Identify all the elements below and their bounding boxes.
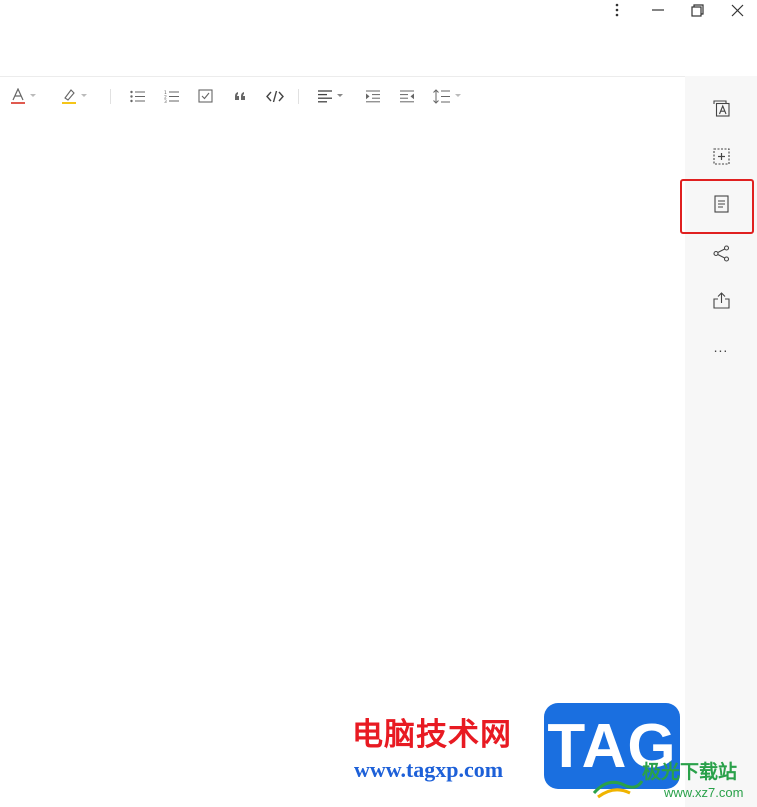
close-window-button[interactable] xyxy=(719,0,755,20)
font-color-icon xyxy=(11,88,25,104)
code-button[interactable] xyxy=(266,86,284,106)
export-icon xyxy=(712,291,730,309)
insert-block-icon xyxy=(712,147,730,165)
watermark-download-site: 极光下载站 xyxy=(642,761,738,783)
minimize-icon xyxy=(652,9,664,11)
share-icon xyxy=(712,244,729,262)
chevron-down-icon xyxy=(455,94,461,97)
more-button[interactable]: ... xyxy=(711,337,731,357)
indent-button[interactable] xyxy=(366,86,380,106)
insert-block-button[interactable] xyxy=(711,146,731,166)
title-bar xyxy=(0,0,757,76)
close-icon xyxy=(731,4,743,16)
chevron-down-icon xyxy=(337,94,343,97)
line-spacing-icon xyxy=(433,88,450,104)
indent-icon xyxy=(366,90,380,102)
watermark-title: 电脑技术网 xyxy=(352,717,512,753)
text-style-icon xyxy=(712,99,730,117)
numbered-list-button[interactable]: 123 xyxy=(164,86,179,106)
quote-icon xyxy=(235,92,245,100)
watermark-url: www.tagxp.com xyxy=(354,757,504,782)
watermark: 电脑技术网 www.tagxp.com TAG 极光下载站 www.xz7.co… xyxy=(352,703,757,807)
line-spacing-button[interactable] xyxy=(433,86,461,106)
align-left-icon xyxy=(318,89,332,102)
document-outline-button[interactable] xyxy=(711,194,731,214)
align-button[interactable] xyxy=(318,86,343,106)
restore-icon xyxy=(690,3,704,17)
vertical-ellipsis-icon xyxy=(615,3,619,17)
format-toolbar: 123 xyxy=(0,76,685,117)
checklist-button[interactable] xyxy=(198,86,213,106)
swirl-logo-icon xyxy=(592,780,644,799)
chevron-down-icon xyxy=(81,94,87,97)
code-icon xyxy=(266,90,284,102)
quote-button[interactable] xyxy=(234,86,246,106)
highlighter-icon xyxy=(62,89,76,104)
restore-button[interactable] xyxy=(679,0,715,20)
outdent-button[interactable] xyxy=(400,86,414,106)
bullet-list-button[interactable] xyxy=(130,86,145,106)
toolbar-divider xyxy=(110,89,111,104)
watermark-download-url: www.xz7.com xyxy=(664,785,744,800)
export-button[interactable] xyxy=(711,290,731,310)
more-options-button[interactable] xyxy=(599,0,635,20)
chevron-down-icon xyxy=(30,94,36,97)
share-button[interactable] xyxy=(711,243,731,263)
svg-text:3: 3 xyxy=(164,99,167,103)
checkbox-icon xyxy=(198,89,213,103)
font-color-button[interactable] xyxy=(11,86,36,106)
right-sidebar: ... xyxy=(685,76,757,807)
toolbar-divider xyxy=(298,89,299,104)
document-outline-icon xyxy=(713,195,729,213)
highlight-button[interactable] xyxy=(62,86,87,106)
outdent-icon xyxy=(400,90,414,102)
numbered-list-icon: 123 xyxy=(164,90,179,103)
bullet-list-icon xyxy=(130,90,145,102)
text-style-button[interactable] xyxy=(711,98,731,118)
minimize-button[interactable] xyxy=(640,0,676,20)
